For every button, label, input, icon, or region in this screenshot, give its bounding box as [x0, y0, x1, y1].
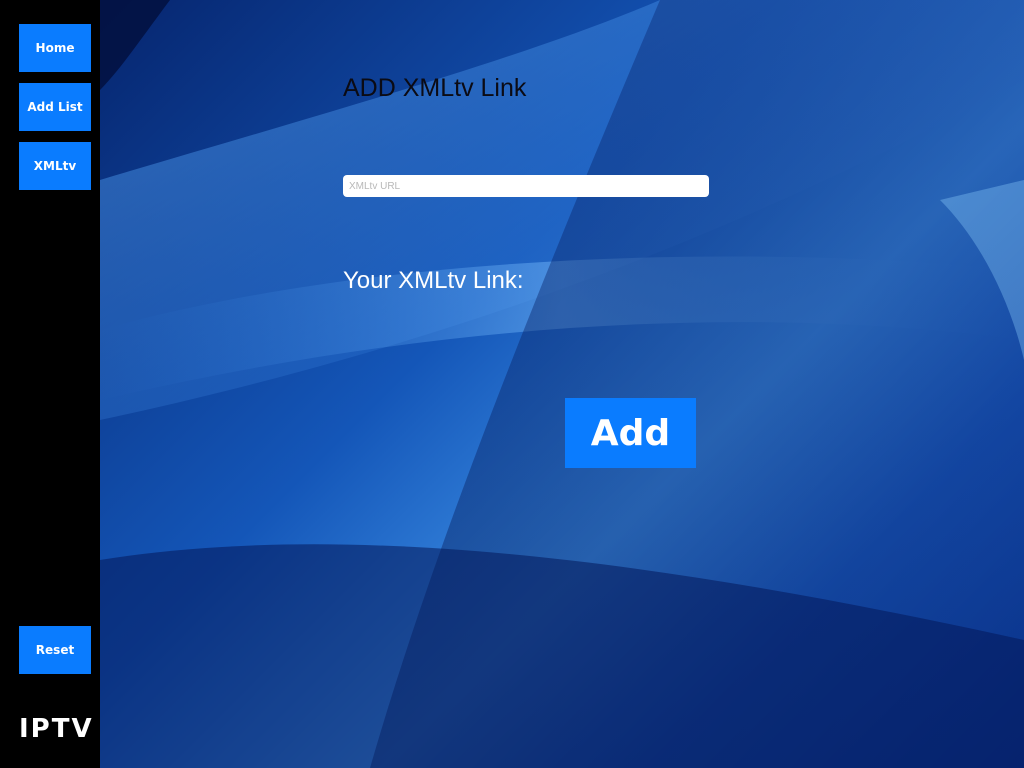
iptv-logo: IPTV: [19, 714, 94, 744]
sidebar-item-home[interactable]: Home: [19, 24, 91, 72]
page-title: ADD XMLtv Link: [343, 74, 527, 102]
sidebar: Home Add List XMLtv Reset IPTV: [0, 0, 100, 768]
wallpaper-swooshes: [100, 0, 1024, 768]
xmltv-url-input[interactable]: [343, 175, 709, 197]
add-button[interactable]: Add: [565, 398, 696, 468]
your-link-label: Your XMLtv Link:: [343, 267, 524, 294]
reset-button[interactable]: Reset: [19, 626, 91, 674]
sidebar-item-add-list[interactable]: Add List: [19, 83, 91, 131]
app-window: Home Add List XMLtv Reset IPTV ADD XMLtv…: [0, 0, 1024, 768]
background-wallpaper: [100, 0, 1024, 768]
sidebar-item-xmltv[interactable]: XMLtv: [19, 142, 91, 190]
